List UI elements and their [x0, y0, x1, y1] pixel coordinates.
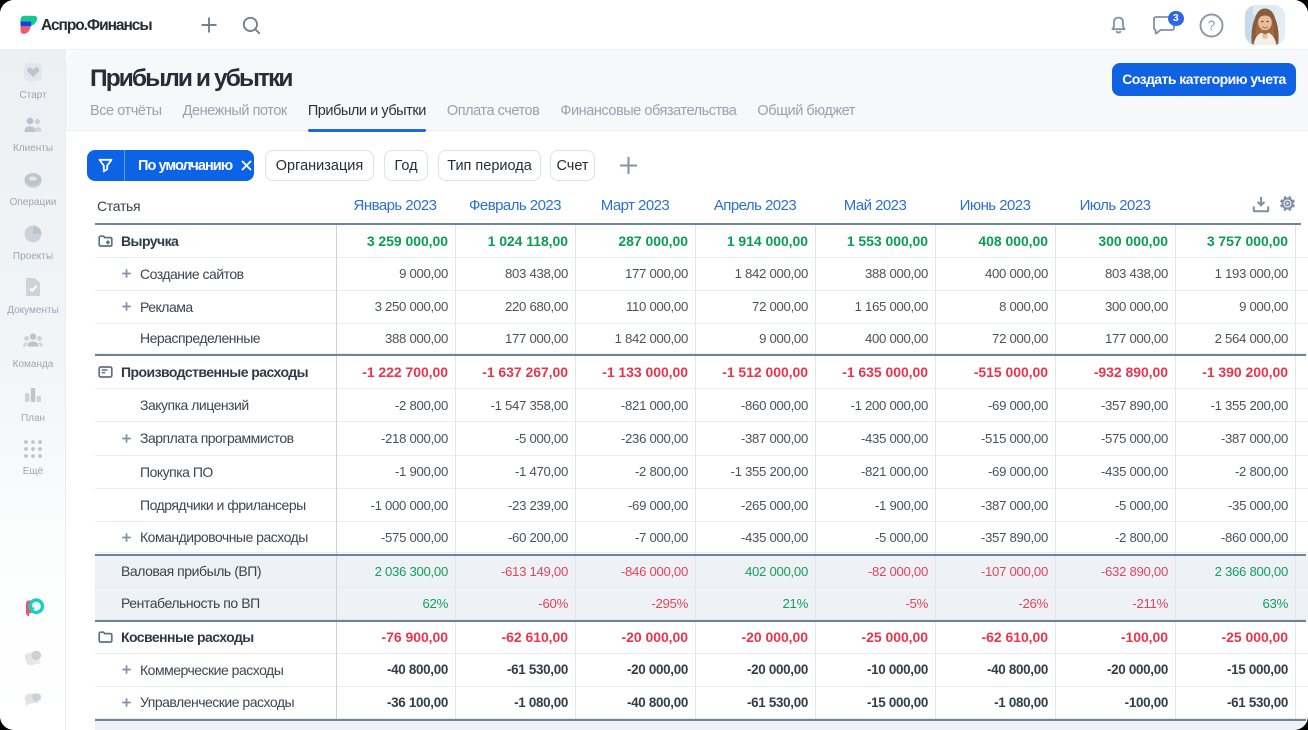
svg-text:?: ?	[1208, 18, 1216, 33]
